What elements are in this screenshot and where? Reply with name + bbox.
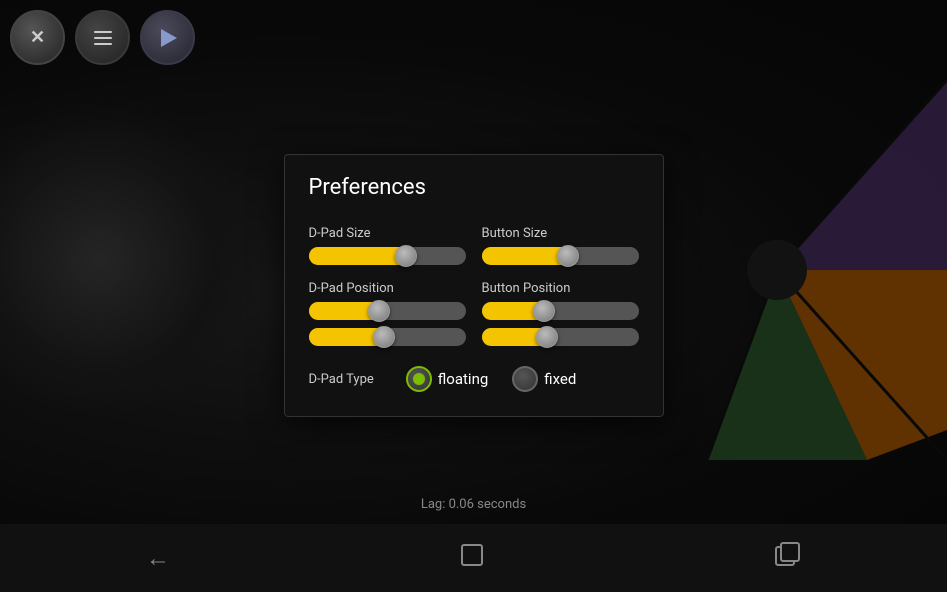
btn-position-y-slider[interactable] bbox=[482, 328, 639, 346]
home-icon bbox=[461, 547, 483, 572]
back-icon: ← bbox=[146, 544, 170, 572]
btn-size-section: Button Size bbox=[482, 218, 639, 273]
radio-floating[interactable]: floating bbox=[406, 366, 489, 392]
btn-position-label: Button Position bbox=[482, 281, 639, 296]
prefs-grid: D-Pad Size Button Size D-Pad Position bbox=[309, 218, 639, 392]
btn-pos-y-thumb[interactable] bbox=[536, 326, 558, 348]
recent-icon bbox=[775, 549, 801, 574]
dpad-type-label: D-Pad Type bbox=[309, 371, 374, 386]
nav-home-button[interactable] bbox=[421, 534, 523, 582]
top-bar: ✕ bbox=[10, 10, 195, 65]
dialog-title: Preferences bbox=[309, 175, 639, 200]
radio-fixed[interactable]: fixed bbox=[512, 366, 576, 392]
dpad-pos-x-thumb[interactable] bbox=[368, 300, 390, 322]
radio-floating-outer bbox=[406, 366, 432, 392]
radio-fixed-label: fixed bbox=[544, 370, 576, 388]
lag-text: Lag: 0.06 seconds bbox=[421, 497, 526, 512]
btn-size-fill bbox=[482, 247, 568, 265]
dpad-position-y-slider[interactable] bbox=[309, 328, 466, 346]
close-button[interactable]: ✕ bbox=[10, 10, 65, 65]
preferences-dialog: Preferences D-Pad Size Button Size D-Pad… bbox=[284, 154, 664, 417]
play-button[interactable] bbox=[140, 10, 195, 65]
radio-fixed-outer bbox=[512, 366, 538, 392]
btn-size-label: Button Size bbox=[482, 226, 639, 241]
dpad-position-section: D-Pad Position bbox=[309, 273, 466, 354]
dpad-pos-y-thumb[interactable] bbox=[373, 326, 395, 348]
menu-icon bbox=[94, 31, 112, 45]
btn-position-section: Button Position bbox=[482, 273, 639, 354]
dpad-size-section: D-Pad Size bbox=[309, 218, 466, 273]
btn-pos-x-thumb[interactable] bbox=[533, 300, 555, 322]
dpad-size-slider[interactable] bbox=[309, 247, 466, 265]
btn-size-thumb[interactable] bbox=[557, 245, 579, 267]
btn-position-x-slider[interactable] bbox=[482, 302, 639, 320]
menu-button[interactable] bbox=[75, 10, 130, 65]
radio-floating-inner bbox=[413, 373, 425, 385]
dpad-size-label: D-Pad Size bbox=[309, 226, 466, 241]
radio-floating-label: floating bbox=[438, 370, 489, 388]
dpad-position-label: D-Pad Position bbox=[309, 281, 466, 296]
btn-size-slider[interactable] bbox=[482, 247, 639, 265]
lag-indicator: Lag: 0.06 seconds bbox=[421, 497, 526, 512]
bottom-nav-bar: ← bbox=[0, 524, 947, 592]
dpad-size-fill bbox=[309, 247, 406, 265]
play-icon bbox=[161, 29, 177, 47]
dpad-size-thumb[interactable] bbox=[395, 245, 417, 267]
dpad-type-section: D-Pad Type floating fixed bbox=[309, 366, 639, 392]
nav-back-button[interactable]: ← bbox=[106, 534, 210, 583]
dpad-position-x-slider[interactable] bbox=[309, 302, 466, 320]
nav-recent-button[interactable] bbox=[735, 532, 841, 584]
close-icon: ✕ bbox=[30, 27, 45, 48]
